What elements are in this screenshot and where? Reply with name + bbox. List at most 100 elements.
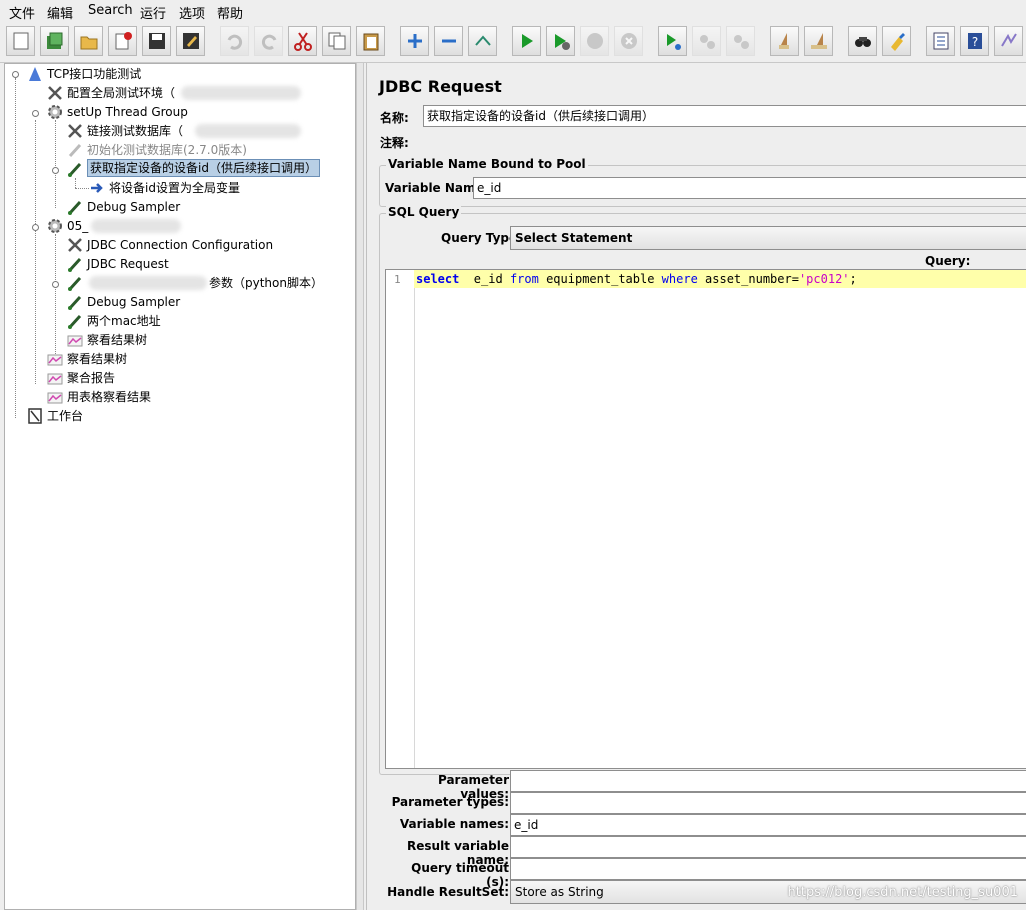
config-icon [48,86,62,100]
tree-node-label: 察看结果树 [67,352,128,366]
new-icon [13,32,29,50]
pool-group-title: Variable Name Bound to Pool [386,157,588,171]
sql-string: 'pc012' [798,272,850,286]
undo-icon [227,34,243,50]
listener-icon [47,392,63,404]
variable-names-field[interactable]: e_id [510,814,1026,836]
menu-help[interactable]: 帮助 [217,3,243,22]
menu-edit[interactable]: 编辑 [47,3,73,22]
expand-button[interactable] [400,26,429,56]
tree-node-label: TCP接口功能测试 [47,67,142,81]
gear-icon [48,219,62,233]
menu-search[interactable]: Search [88,3,133,18]
remote-start-button[interactable] [658,26,687,56]
menu-options[interactable]: 选项 [179,3,205,22]
redo-button[interactable] [254,26,283,56]
stop-button[interactable] [580,26,609,56]
workbench-icon [28,408,42,424]
clear-all-icon [811,33,827,49]
sql-query-group-title: SQL Query [386,205,462,219]
watermark: https://blog.csdn.net/testing_su001 [787,885,1018,900]
tree-line [55,234,56,364]
tree-node-label: 获取指定设备的设备id（供后续接口调用） [87,159,320,177]
tree-node-label: Debug Sampler [87,295,181,309]
line-gutter: 1 [386,270,415,768]
tree-node-label: 察看结果树 [87,333,148,347]
parameter-types-field[interactable] [510,792,1026,814]
close-icon [115,32,132,50]
expand-icon [408,34,422,48]
copy-icon [328,32,346,50]
jdbc-request-panel: JDBC Request 名称: 获取指定设备的设备id（供后续接口调用） 注释… [366,63,1026,910]
query-timeout-field[interactable] [510,858,1026,880]
open-button[interactable] [74,26,103,56]
logger-button[interactable] [994,26,1023,56]
menu-file[interactable]: 文件 [9,3,35,22]
redo-icon [261,34,277,50]
collapse-button[interactable] [434,26,463,56]
sql-token: asset_number= [697,272,799,286]
templates-button[interactable] [40,26,69,56]
toggle-button[interactable] [468,26,497,56]
help-button[interactable]: ? [960,26,989,56]
remote-shutdown-button[interactable] [726,26,755,56]
tree-toggle[interactable] [32,110,39,117]
tree-toggle[interactable] [32,224,39,231]
undo-button[interactable] [220,26,249,56]
redacted-text [181,86,301,100]
svg-text:?: ? [972,35,978,49]
tree-toggle[interactable] [52,281,59,288]
name-field[interactable]: 获取指定设备的设备id（供后续接口调用） [423,105,1026,127]
function-helper-icon [933,32,949,50]
shutdown-button[interactable] [614,26,643,56]
start-no-pause-button[interactable] [546,26,575,56]
parameter-values-field[interactable] [510,770,1026,792]
copy-button[interactable] [322,26,351,56]
clear-button[interactable] [770,26,799,56]
variable-names-label: Variable names: [399,817,509,831]
tree-toggle[interactable] [52,167,59,174]
sampler-icon [68,295,82,310]
save-icon [149,33,165,49]
tree-toggle[interactable] [12,71,19,78]
remote-stop-button[interactable] [692,26,721,56]
tree-line [35,120,36,384]
save-as-button[interactable] [176,26,205,56]
parameter-types-label: Parameter types: [391,795,509,809]
open-icon [80,36,98,50]
listener-icon [47,354,63,366]
search-button[interactable] [848,26,877,56]
sql-token: equipment_table [538,272,662,286]
paste-button[interactable] [356,26,385,56]
new-button[interactable] [6,26,35,56]
sql-code-line[interactable]: select e_id from equipment_table where a… [416,272,857,286]
reset-search-button[interactable] [882,26,911,56]
tree-line [55,120,56,208]
cut-button[interactable] [288,26,317,56]
redacted-text [89,276,207,290]
redacted-text [91,219,181,233]
query-type-select[interactable]: Select Statement [510,226,1026,250]
testplan-icon [29,67,41,81]
menu-run[interactable]: 运行 [140,3,166,22]
function-helper-button[interactable] [926,26,955,56]
split-pane-divider[interactable] [356,63,364,910]
comment-field[interactable] [423,130,1026,152]
cut-icon [294,32,312,51]
panel-title: JDBC Request [379,77,502,96]
start-button[interactable] [512,26,541,56]
clear-all-button[interactable] [804,26,833,56]
variable-name-field[interactable]: e_id [473,177,1026,199]
sampler-icon [68,162,82,177]
close-button[interactable] [108,26,137,56]
gear-icon [48,105,62,119]
toggle-icon [475,35,491,46]
tree-line [75,178,76,188]
result-variable-name-field[interactable] [510,836,1026,858]
sql-editor[interactable]: 1 select e_id from equipment_table where… [385,269,1026,769]
save-button[interactable] [142,26,171,56]
tree-node-label: 配置全局测试环境（ [67,86,176,100]
stop-icon [587,33,603,49]
shutdown-icon [621,33,637,49]
tree-node-label: 初始化测试数据库(2.7.0版本) [87,143,247,157]
